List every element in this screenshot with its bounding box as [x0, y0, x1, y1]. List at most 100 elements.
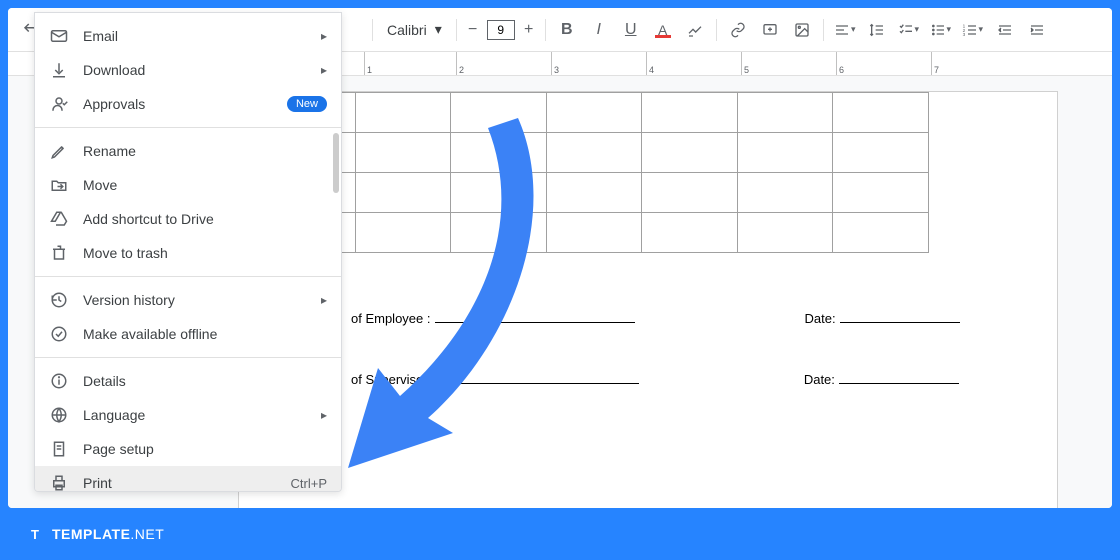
chevron-right-icon: ▸: [321, 29, 327, 43]
email-icon: [49, 26, 69, 46]
highlight-button[interactable]: [680, 15, 710, 45]
separator: [716, 19, 717, 41]
menu-label: Language: [83, 407, 307, 423]
signature-line: [435, 322, 635, 323]
drive-shortcut-icon: [49, 209, 69, 229]
approvals-icon: [49, 94, 69, 114]
menu-label: Version history: [83, 292, 307, 308]
app-frame: Calibri ▾ − + B I U A ▾ ▾ ▾ 123▾ 1 2 3: [8, 8, 1112, 508]
increase-size-button[interactable]: +: [519, 20, 539, 40]
date-line: [840, 322, 960, 323]
ruler-tick: 2: [456, 52, 464, 75]
date-line: [839, 383, 959, 384]
menu-label: Move to trash: [83, 245, 327, 261]
sig-employee-label: of Employee :: [351, 311, 431, 326]
menu-offline[interactable]: Make available offline: [35, 317, 341, 351]
sig-supervisor-label: of Supervisor :: [351, 372, 435, 387]
link-button[interactable]: [723, 15, 753, 45]
move-icon: [49, 175, 69, 195]
menu-label: Details: [83, 373, 327, 389]
separator: [372, 19, 373, 41]
comment-button[interactable]: [755, 15, 785, 45]
ruler-tick: 7: [931, 52, 939, 75]
signature-employee-row: of Employee : Date:: [351, 311, 1057, 326]
menu-label: Download: [83, 62, 307, 78]
signature-line: [439, 383, 639, 384]
ruler-tick: 4: [646, 52, 654, 75]
history-icon: [49, 290, 69, 310]
menu-version-history[interactable]: Version history ▸: [35, 283, 341, 317]
menu-label: Add shortcut to Drive: [83, 211, 327, 227]
menu-page-setup[interactable]: Page setup: [35, 432, 341, 466]
menu-approvals[interactable]: Approvals New: [35, 87, 341, 121]
info-icon: [49, 371, 69, 391]
download-icon: [49, 60, 69, 80]
chevron-down-icon: ▾: [435, 21, 442, 38]
signature-supervisor-row: of Supervisor : Date:: [351, 372, 1057, 387]
bold-button[interactable]: B: [552, 15, 582, 45]
date-label: Date:: [805, 311, 836, 326]
menu-download[interactable]: Download ▸: [35, 53, 341, 87]
menu-label: Rename: [83, 143, 327, 159]
bullet-list-button[interactable]: ▾: [926, 15, 956, 45]
separator: [545, 19, 546, 41]
chevron-right-icon: ▸: [321, 293, 327, 307]
menu-details[interactable]: Details: [35, 364, 341, 398]
logo-icon: T: [24, 523, 46, 545]
font-family-select[interactable]: Calibri ▾: [379, 21, 450, 38]
ruler-tick: 1: [364, 52, 372, 75]
print-icon: [49, 473, 69, 492]
font-size-control: − +: [463, 20, 539, 40]
trash-icon: [49, 243, 69, 263]
checklist-button[interactable]: ▾: [894, 15, 924, 45]
chevron-right-icon: ▸: [321, 63, 327, 77]
italic-button[interactable]: I: [584, 15, 614, 45]
offline-icon: [49, 324, 69, 344]
page-setup-icon: [49, 439, 69, 459]
font-size-input[interactable]: [487, 20, 515, 40]
increase-indent-button[interactable]: [1022, 15, 1052, 45]
menu-move[interactable]: Move: [35, 168, 341, 202]
rename-icon: [49, 141, 69, 161]
menu-divider: [35, 357, 341, 358]
document-table[interactable]: [259, 92, 929, 253]
ruler-tick: 3: [551, 52, 559, 75]
menu-label: Make available offline: [83, 326, 327, 342]
menu-trash[interactable]: Move to trash: [35, 236, 341, 270]
menu-divider: [35, 127, 341, 128]
ruler-tick: 6: [836, 52, 844, 75]
numbered-list-button[interactable]: 123▾: [958, 15, 988, 45]
menu-label: Approvals: [83, 96, 273, 112]
chevron-right-icon: ▸: [321, 408, 327, 422]
ruler-tick: 5: [741, 52, 749, 75]
decrease-size-button[interactable]: −: [463, 20, 483, 40]
menu-label: Print: [83, 475, 277, 491]
shortcut-label: Ctrl+P: [291, 476, 327, 491]
date-label: Date:: [804, 372, 835, 387]
menu-rename[interactable]: Rename: [35, 134, 341, 168]
brand-name: TEMPLATE.NET: [52, 526, 164, 542]
page: of Employee : Date: of Supervisor : Date…: [238, 91, 1058, 508]
menu-email[interactable]: Email ▸: [35, 19, 341, 53]
underline-button[interactable]: U: [616, 15, 646, 45]
globe-icon: [49, 405, 69, 425]
menu-language[interactable]: Language ▸: [35, 398, 341, 432]
svg-text:3: 3: [963, 32, 966, 37]
menu-divider: [35, 276, 341, 277]
branding-footer: T TEMPLATE.NET: [0, 508, 1120, 560]
menu-add-shortcut[interactable]: Add shortcut to Drive: [35, 202, 341, 236]
image-button[interactable]: [787, 15, 817, 45]
text-color-button[interactable]: A: [648, 15, 678, 45]
separator: [456, 19, 457, 41]
font-name: Calibri: [387, 22, 427, 38]
menu-print[interactable]: Print Ctrl+P: [35, 466, 341, 492]
menu-label: Page setup: [83, 441, 327, 457]
menu-label: Email: [83, 28, 307, 44]
new-badge: New: [287, 96, 327, 112]
scrollbar-thumb[interactable]: [333, 133, 339, 193]
decrease-indent-button[interactable]: [990, 15, 1020, 45]
line-spacing-button[interactable]: [862, 15, 892, 45]
separator: [823, 19, 824, 41]
align-button[interactable]: ▾: [830, 15, 860, 45]
menu-label: Move: [83, 177, 327, 193]
